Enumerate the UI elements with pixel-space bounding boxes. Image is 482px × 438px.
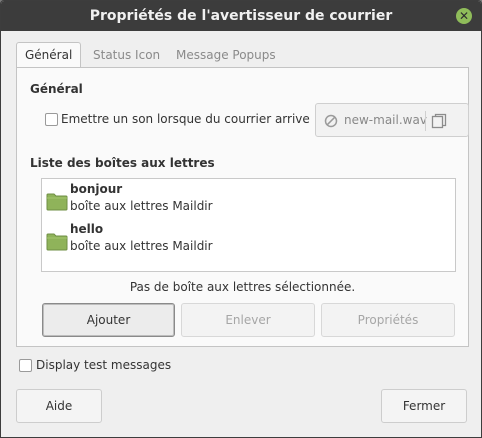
mailbox-type: boîte aux lettres Maildir: [70, 199, 213, 213]
tab-panel-general: Général Emettre un son lorsque du courri…: [16, 67, 469, 347]
remove-mailbox-label: Enlever: [225, 313, 271, 327]
tab-general-label: Général: [25, 48, 73, 62]
mailbox-list-title: Liste des boîtes aux lettres: [30, 156, 215, 170]
sound-checkbox-label[interactable]: Emettre un son lorsque du courrier arriv…: [61, 112, 318, 126]
mailbox-type: boîte aux lettres Maildir: [70, 239, 213, 253]
tab-status-icon-label: Status Icon: [93, 48, 161, 62]
help-button-label: Aide: [45, 399, 73, 413]
add-mailbox-button[interactable]: Ajouter: [42, 303, 175, 337]
mail-notifier-properties-window: Propriétés de l'avertisseur de courrier …: [0, 0, 482, 438]
close-button-label: Fermer: [402, 399, 446, 413]
tab-message-popups-label: Message Popups: [176, 48, 276, 62]
tab-message-popups[interactable]: Message Popups: [168, 43, 284, 67]
mailbox-list[interactable]: bonjour boîte aux lettres Maildir hello …: [41, 178, 456, 272]
sound-file-chooser-button[interactable]: new-mail.wav: [315, 103, 469, 137]
add-mailbox-label: Ajouter: [86, 313, 131, 327]
mailbox-name: hello: [70, 222, 104, 236]
tab-status-icon[interactable]: Status Icon: [85, 43, 168, 67]
tab-general[interactable]: Général: [16, 42, 81, 68]
sound-checkbox[interactable]: [45, 113, 58, 126]
display-test-messages-checkbox[interactable]: [19, 359, 32, 372]
no-file-icon: [324, 114, 338, 128]
file-button-separator: [425, 111, 426, 131]
close-window-button[interactable]: ✕: [456, 8, 472, 24]
folder-icon: [46, 233, 68, 251]
window-title: Propriétés de l'avertisseur de courrier: [89, 8, 393, 24]
general-section-title: Général: [30, 82, 83, 96]
close-icon: ✕: [458, 9, 470, 23]
title-bar[interactable]: Propriétés de l'avertisseur de courrier …: [1, 1, 481, 31]
display-test-messages-label[interactable]: Display test messages: [36, 358, 171, 372]
mailbox-item-hello[interactable]: hello boîte aux lettres Maildir: [42, 219, 455, 259]
mailbox-name: bonjour: [70, 182, 123, 196]
mailbox-properties-button[interactable]: Propriétés: [321, 303, 455, 337]
sound-file-name: new-mail.wav: [344, 113, 427, 127]
remove-mailbox-button[interactable]: Enlever: [181, 303, 315, 337]
folder-icon: [46, 193, 68, 211]
selection-status-text: Pas de boîte aux lettres sélectionnée.: [129, 280, 356, 294]
file-open-icon: [431, 113, 447, 129]
mailbox-item-bonjour[interactable]: bonjour boîte aux lettres Maildir: [42, 179, 455, 219]
close-button[interactable]: Fermer: [381, 389, 467, 423]
mailbox-properties-label: Propriétés: [357, 313, 419, 327]
help-button[interactable]: Aide: [16, 389, 102, 423]
